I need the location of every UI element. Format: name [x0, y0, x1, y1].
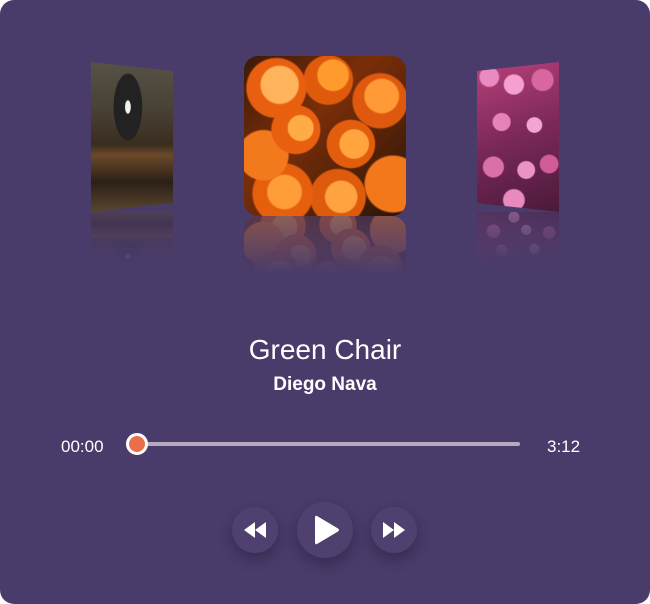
- play-icon: [315, 515, 339, 545]
- record-player-cover-image: [91, 62, 173, 212]
- artist-name: Diego Nava: [273, 374, 377, 395]
- play-button[interactable]: [297, 502, 353, 558]
- previous-button[interactable]: [232, 507, 278, 553]
- progress-thumb[interactable]: [126, 433, 148, 455]
- orange-roses-cover-image: [244, 56, 406, 216]
- rewind-icon: [244, 522, 266, 538]
- record-player-cover-reflection: [91, 212, 173, 276]
- duration: 3:12: [547, 437, 581, 456]
- fast-forward-icon: [383, 522, 405, 538]
- cover-right[interactable]: [477, 62, 559, 276]
- current-time: 00:00: [61, 437, 104, 456]
- pink-flowers-cover-image: [477, 62, 559, 212]
- pink-flowers-cover-reflection: [477, 212, 559, 276]
- cover-center[interactable]: [244, 56, 406, 288]
- music-player: Green Chair Diego Nava 00:00 3:12: [0, 0, 650, 604]
- next-button[interactable]: [371, 507, 417, 553]
- progress-track[interactable]: [136, 442, 520, 446]
- orange-roses-cover-reflection: [244, 216, 406, 288]
- cover-left[interactable]: [91, 62, 173, 212]
- track-title: Green Chair: [248, 334, 402, 365]
